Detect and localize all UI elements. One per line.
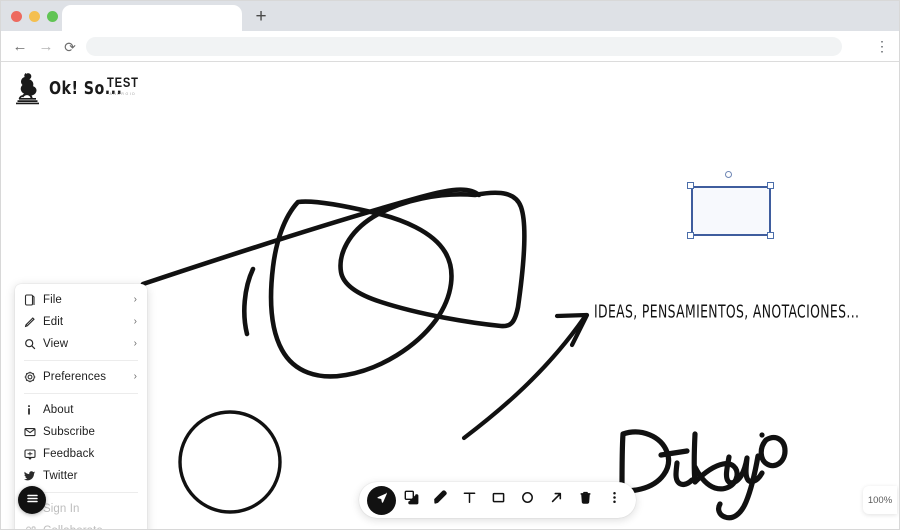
menu-item-about-label: About bbox=[43, 404, 74, 416]
menu-item-subscribe[interactable]: Subscribe bbox=[15, 421, 147, 443]
arrow-shaft bbox=[461, 315, 587, 441]
chevron-right-icon: › bbox=[133, 294, 137, 305]
menu-item-feedback-label: Feedback bbox=[43, 448, 95, 460]
reload-icon[interactable]: ⟳ bbox=[61, 38, 79, 56]
menu-item-feedback[interactable]: Feedback bbox=[15, 443, 147, 465]
gear-icon bbox=[24, 370, 39, 384]
twitter-icon bbox=[24, 469, 39, 483]
users-icon bbox=[24, 524, 39, 529]
menu-item-collaborate[interactable]: Collaborate bbox=[15, 520, 147, 529]
chevron-right-icon: › bbox=[133, 316, 137, 327]
info-icon bbox=[24, 403, 39, 417]
minimize-window-button[interactable] bbox=[29, 11, 40, 22]
menu-item-collaborate-label: Collaborate bbox=[43, 525, 103, 529]
menu-item-edit-label: Edit bbox=[43, 316, 64, 328]
arrow-tool-button[interactable] bbox=[543, 487, 570, 514]
resize-handle-bottom-right[interactable] bbox=[767, 232, 774, 239]
cursor-arrow-icon bbox=[375, 491, 389, 510]
select-tool-button[interactable] bbox=[367, 485, 396, 515]
search-icon bbox=[24, 337, 39, 351]
zoom-level-indicator[interactable]: 100% bbox=[863, 486, 897, 514]
text-icon bbox=[462, 490, 477, 510]
menu-item-preferences[interactable]: Preferences › bbox=[15, 366, 147, 388]
menu-divider bbox=[24, 393, 138, 394]
menu-item-file[interactable]: File › bbox=[15, 289, 147, 311]
menu-item-edit[interactable]: Edit › bbox=[15, 311, 147, 333]
browser-window: + ← → ⟳ ⋮ Ok! So... TEST ANDROID IDEAS, … bbox=[0, 0, 900, 530]
chevron-right-icon: › bbox=[133, 371, 137, 382]
pencil-icon bbox=[24, 315, 39, 329]
maximize-window-button[interactable] bbox=[47, 11, 58, 22]
menu-item-twitter[interactable]: Twitter bbox=[15, 465, 147, 487]
chevron-right-icon: › bbox=[133, 338, 137, 349]
annotation-text[interactable]: IDEAS, PENSAMIENTOS, ANOTACIONES... bbox=[594, 301, 859, 322]
menu-item-subscribe-label: Subscribe bbox=[43, 426, 96, 438]
kebab-menu-icon[interactable]: ⋮ bbox=[875, 37, 889, 56]
resize-handle-top-left[interactable] bbox=[687, 182, 694, 189]
menu-toggle-button[interactable] bbox=[18, 486, 46, 514]
file-icon bbox=[24, 293, 39, 307]
arrow-up-right-icon bbox=[549, 490, 564, 510]
whiteboard-page: Ok! So... TEST ANDROID IDEAS, PENSAMIENT… bbox=[1, 62, 899, 529]
rotate-handle[interactable] bbox=[725, 171, 732, 178]
delete-tool-button[interactable] bbox=[572, 487, 599, 514]
arrow-head bbox=[554, 312, 590, 348]
more-options-button[interactable] bbox=[601, 487, 628, 514]
menu-divider bbox=[24, 360, 138, 361]
resize-handle-top-right[interactable] bbox=[767, 182, 774, 189]
copy-icon bbox=[404, 490, 419, 510]
text-tool-button[interactable] bbox=[456, 487, 483, 514]
new-tab-button[interactable]: + bbox=[250, 7, 272, 29]
menu-item-twitter-label: Twitter bbox=[43, 470, 78, 482]
back-icon[interactable]: ← bbox=[11, 38, 29, 56]
ellipse-shape bbox=[178, 410, 282, 514]
ellipse-tool-button[interactable] bbox=[514, 487, 541, 514]
menu-item-file-label: File bbox=[43, 294, 62, 306]
circle-icon bbox=[520, 490, 535, 510]
resize-handle-bottom-left[interactable] bbox=[687, 232, 694, 239]
menu-item-sign-in-label: Sign In bbox=[43, 503, 80, 515]
drawing-toolbar bbox=[359, 482, 636, 518]
envelope-icon bbox=[24, 425, 39, 439]
kebab-menu-icon bbox=[607, 490, 622, 510]
close-window-button[interactable] bbox=[11, 11, 22, 22]
browser-tab[interactable] bbox=[62, 5, 242, 31]
square-icon bbox=[491, 490, 506, 510]
duplicate-tool-button[interactable] bbox=[398, 487, 425, 514]
address-bar[interactable] bbox=[86, 37, 842, 56]
menu-item-about[interactable]: About bbox=[15, 399, 147, 421]
pencil-icon bbox=[433, 490, 448, 510]
chat-icon bbox=[24, 447, 39, 461]
menu-item-view-label: View bbox=[43, 338, 69, 350]
handwritten-dibujo bbox=[619, 429, 788, 521]
rectangle-tool-button[interactable] bbox=[485, 487, 512, 514]
hamburger-icon bbox=[26, 491, 39, 509]
pencil-tool-button[interactable] bbox=[427, 487, 454, 514]
menu-item-preferences-label: Preferences bbox=[43, 371, 107, 383]
forward-icon[interactable]: → bbox=[37, 38, 55, 56]
browser-tab-bar: + bbox=[1, 1, 899, 31]
rectangle-shape[interactable] bbox=[691, 186, 771, 236]
browser-toolbar: ← → ⟳ ⋮ bbox=[1, 31, 899, 62]
freehand-curl-stroke bbox=[242, 266, 256, 337]
trash-icon bbox=[578, 490, 593, 510]
window-controls bbox=[11, 11, 58, 22]
menu-item-view[interactable]: View › bbox=[15, 333, 147, 355]
